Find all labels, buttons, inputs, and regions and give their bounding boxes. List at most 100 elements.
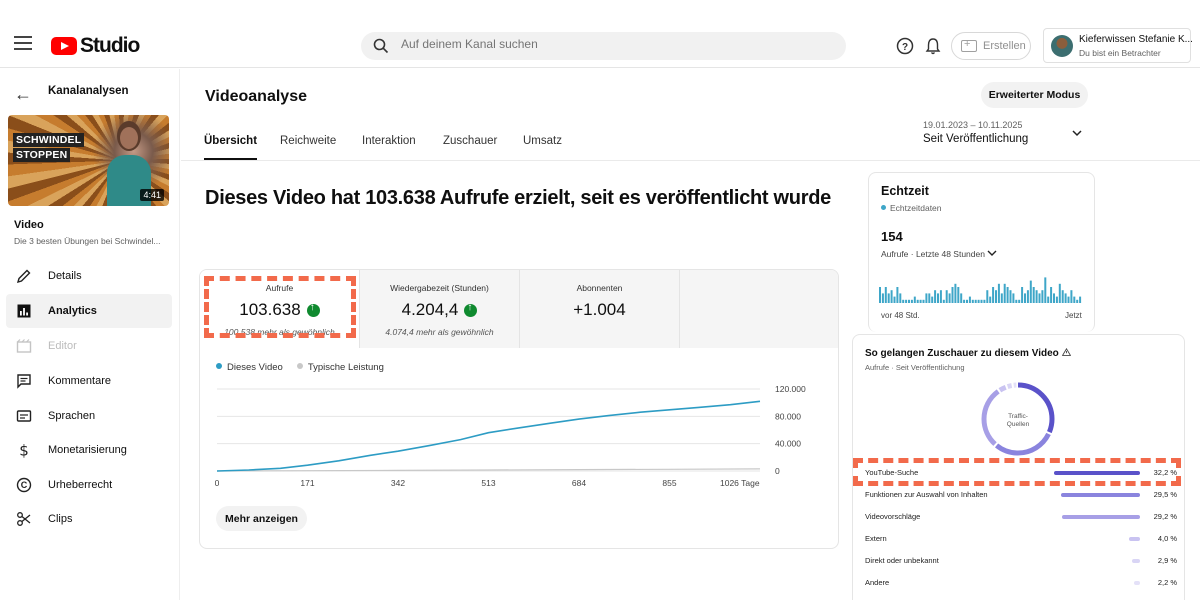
youtube-play-icon (51, 37, 77, 55)
views-line-chart: 0 40.000 80.000 120.000 0 171 342 513 684 855 1026… (215, 384, 806, 488)
metric-watch-time[interactable]: Wiedergabezeit (Stunden) 4.204,4 4.074,4… (360, 270, 520, 348)
realtime-bar (963, 299, 966, 303)
sidebar-item-languages[interactable]: Sprachen (6, 399, 172, 433)
realtime-bar (951, 287, 954, 303)
traffic-source-row[interactable]: Funktionen zur Auswahl von Inhalten 29,5 … (865, 490, 1177, 502)
realtime-bar (919, 299, 922, 303)
avatar (1051, 35, 1073, 57)
traffic-source-row[interactable]: Extern 4,0 % (865, 534, 1177, 546)
create-button[interactable]: Erstellen (951, 32, 1031, 60)
realtime-bar (1055, 296, 1058, 303)
traffic-source-name: Andere (865, 578, 890, 587)
sidebar-item-clips[interactable]: Clips (6, 502, 172, 536)
realtime-bar (989, 296, 992, 303)
realtime-bar (1053, 293, 1055, 303)
tab-reach[interactable]: Reichweite (280, 135, 336, 147)
realtime-bar (931, 296, 934, 303)
menu-icon[interactable] (14, 36, 32, 50)
realtime-bar (997, 283, 1000, 303)
show-more-button[interactable]: Mehr anzeigen (216, 506, 307, 531)
tab-engagement[interactable]: Interaktion (362, 135, 416, 147)
realtime-bar (1018, 299, 1021, 303)
help-icon[interactable]: ? (896, 37, 914, 55)
sidebar-item-label: Analytics (48, 305, 97, 317)
realtime-card: Echtzeit Echtzeitdaten 154 Aufrufe · Let… (868, 172, 1095, 332)
x-tick-label: 0 (215, 478, 220, 488)
summary-headline: Dieses Video hat 103.638 Aufrufe erzielt… (205, 187, 831, 209)
realtime-bar (925, 293, 928, 303)
video-title: Die 3 besten Übungen bei Schwindel... (14, 236, 161, 246)
metric-comparison: 4.074,4 mehr als gewöhnlich (385, 327, 494, 337)
warning-icon[interactable] (1061, 347, 1071, 356)
top-bar: Studio ? Erstellen Kieferwissen Stefanie… (0, 0, 1200, 68)
traffic-source-row[interactable]: Videovorschläge 29,2 % (865, 512, 1177, 524)
chevron-down-icon[interactable] (1071, 127, 1083, 139)
sidebar-item-label: Editor (48, 340, 77, 352)
realtime-bar (928, 293, 931, 303)
realtime-bar (983, 299, 986, 303)
donut-center-label: Traffic- (1008, 413, 1028, 420)
series-line-this-video (216, 400, 761, 472)
video-duration: 4:41 (140, 189, 164, 201)
sidebar-item-details[interactable]: Details (6, 259, 172, 293)
realtime-end-label: Jetzt (1065, 311, 1082, 320)
realtime-period-dropdown[interactable]: Aufrufe · Letzte 48 Stunden (881, 249, 997, 259)
video-thumbnail[interactable]: SCHWINDEL STOPPEN 4:41 (8, 115, 169, 206)
realtime-bar (1079, 296, 1082, 303)
search-icon (373, 38, 389, 54)
y-tick-label: 120.000 (775, 384, 806, 394)
sidebar-item-comments[interactable]: Kommentare (6, 364, 172, 398)
sidebar-item-copyright[interactable]: C Urheberrecht (6, 468, 172, 502)
traffic-source-bar (1129, 537, 1140, 541)
sidebar-item-monetization[interactable]: $ Monetarisierung (6, 433, 172, 467)
metric-value: +1.004 (573, 300, 626, 319)
tab-overview[interactable]: Übersicht (204, 135, 258, 161)
traffic-source-row[interactable]: Andere 2,2 % (865, 578, 1177, 590)
realtime-bar (992, 287, 995, 303)
notifications-icon[interactable] (924, 37, 942, 55)
traffic-source-name: Videovorschläge (865, 512, 921, 521)
sidebar-item-analytics[interactable]: Analytics (6, 294, 172, 328)
copyright-icon: C (16, 477, 32, 493)
realtime-bar (948, 293, 951, 303)
tab-revenue[interactable]: Umsatz (523, 135, 562, 147)
realtime-bar (910, 299, 913, 303)
realtime-bar-chart (879, 277, 1082, 303)
realtime-bar (954, 283, 957, 303)
advanced-mode-button[interactable]: Erweiterter Modus (981, 82, 1088, 108)
studio-logo[interactable]: Studio (51, 34, 140, 58)
sidebar: ← Kanalanalysen SCHWINDEL STOPPEN 4:41 V… (0, 69, 180, 600)
dollar-icon: $ (19, 442, 29, 458)
traffic-source-bar (1061, 493, 1140, 497)
svg-text:$: $ (19, 442, 29, 458)
traffic-source-row[interactable]: Direkt oder unbekannt 2,9 % (865, 556, 1177, 568)
traffic-source-name: Funktionen zur Auswahl von Inhalten (865, 490, 988, 499)
y-tick-label: 40.000 (775, 439, 801, 449)
realtime-bar (884, 287, 887, 303)
metric-subscribers[interactable]: Abonnenten +1.004 (520, 270, 680, 348)
account-switcher[interactable]: Kieferwissen Stefanie K... Du bist ein B… (1043, 28, 1193, 63)
back-arrow-icon[interactable]: ← (14, 84, 32, 105)
back-label[interactable]: Kanalanalysen (48, 85, 129, 97)
realtime-bar (1006, 287, 1009, 303)
realtime-bar (1067, 296, 1070, 303)
realtime-bar (1038, 293, 1041, 303)
traffic-donut-chart: Traffic-Quellen (981, 382, 1055, 456)
traffic-title: So gelangen Zuschauer zu diesem Video (865, 347, 1071, 359)
realtime-bar (922, 299, 925, 303)
realtime-bar (1073, 296, 1076, 303)
date-range-picker[interactable]: 19.01.2023 – 10.11.2025 Seit Veröffentli… (923, 120, 1028, 145)
traffic-source-percent: 2,9 % (1157, 556, 1177, 565)
realtime-bar (890, 290, 893, 303)
tab-audience[interactable]: Zuschauer (443, 135, 497, 147)
search-input[interactable] (401, 37, 801, 51)
x-tick-label: 855 (662, 478, 676, 488)
realtime-bar (1058, 283, 1061, 303)
traffic-source-bar (1132, 559, 1140, 563)
search-bar[interactable] (361, 32, 846, 60)
sidebar-item-editor: Editor (6, 329, 172, 363)
realtime-bar (879, 287, 881, 303)
realtime-bar (966, 299, 968, 303)
realtime-bar (1024, 293, 1026, 303)
realtime-subtitle: Echtzeitdaten (881, 203, 942, 213)
